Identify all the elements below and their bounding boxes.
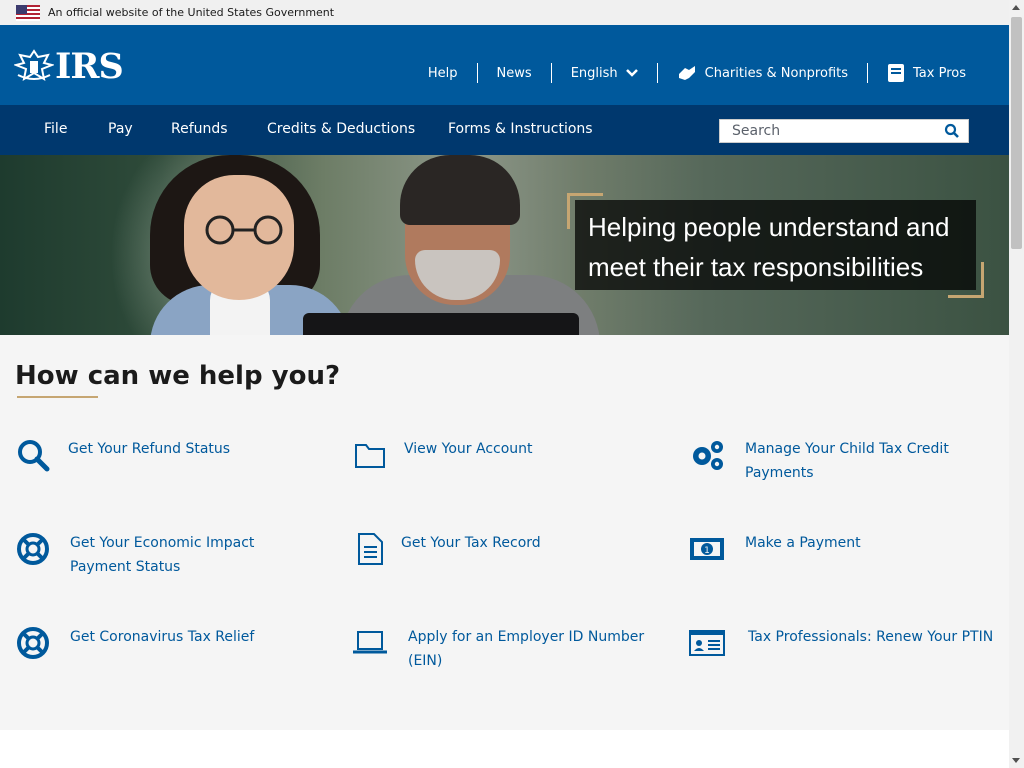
tile-make-payment[interactable]: 1 Make a Payment [689, 531, 975, 567]
tile-view-account[interactable]: View Your Account [352, 437, 644, 473]
gov-banner-text: An official website of the United States… [48, 6, 335, 19]
tile-economic-impact-payment[interactable]: Get Your Economic Impact Payment Status [15, 531, 320, 579]
news-link[interactable]: News [497, 66, 532, 81]
tile-label: Manage Your Child Tax Credit Payments [745, 441, 949, 481]
money-icon: 1 [689, 531, 725, 567]
help-link[interactable]: Help [428, 66, 458, 81]
language-dropdown[interactable]: English [571, 66, 638, 81]
nav-credits-deductions[interactable]: Credits & Deductions [267, 121, 415, 137]
help-title: How can we help you? [15, 361, 341, 391]
tile-label: Get Your Refund Status [68, 441, 231, 457]
logo-text: IRS [55, 46, 124, 87]
gov-banner: An official website of the United States… [0, 0, 1009, 25]
next-section [0, 730, 1009, 768]
scroll-up-arrow-icon[interactable] [1012, 5, 1020, 10]
tile-label: Get Your Tax Record [401, 535, 541, 551]
laptop-icon [352, 625, 388, 661]
hero-banner: Helping people understand and meet their… [0, 155, 1009, 335]
language-label: English [570, 65, 618, 81]
nav-pay[interactable]: Pay [108, 121, 133, 137]
header-nav: Help News English Charities & Nonprofits… [428, 61, 966, 85]
help-link-label: Help [427, 65, 458, 81]
title-underline [17, 396, 98, 398]
lifebuoy-icon [15, 531, 51, 567]
glasses-graphic [205, 215, 283, 245]
search-input[interactable] [720, 120, 930, 142]
scroll-thumb[interactable] [1011, 17, 1022, 249]
lifebuoy-icon [15, 625, 51, 661]
charities-label: Charities & Nonprofits [704, 65, 849, 81]
nav-file[interactable]: File [44, 121, 67, 137]
nav-refunds[interactable]: Refunds [171, 121, 228, 137]
svg-text:1: 1 [704, 546, 710, 556]
tile-coronavirus-relief[interactable]: Get Coronavirus Tax Relief [15, 625, 320, 661]
chevron-down-icon [625, 69, 638, 77]
help-section: How can we help you? Get Your Refund Sta… [0, 335, 1009, 730]
hero-text-line2: meet their tax responsibilities [588, 252, 924, 282]
eagle-icon [14, 49, 54, 82]
hero-photo-laptop [303, 313, 579, 335]
news-link-label: News [496, 65, 532, 81]
tile-tax-record[interactable]: Get Your Tax Record [352, 531, 641, 567]
divider [867, 63, 869, 83]
tax-pros-label: Tax Pros [913, 65, 966, 81]
search-icon [15, 437, 51, 473]
irs-logo[interactable]: IRS [14, 46, 124, 87]
charities-link[interactable]: Charities & Nonprofits [677, 64, 848, 82]
hero-text-line1: Helping people understand and [588, 212, 950, 242]
tax-pros-link[interactable]: Tax Pros [887, 63, 966, 83]
id-card-icon [689, 625, 725, 661]
hero-caption: Helping people understand and meet their… [575, 200, 976, 290]
scroll-down-arrow-icon[interactable] [1012, 758, 1020, 763]
divider [550, 63, 552, 83]
gears-icon [689, 437, 725, 473]
search-icon[interactable] [944, 123, 960, 139]
book-icon [888, 64, 905, 82]
us-flag-icon [16, 4, 40, 21]
page-scrollbar[interactable] [1009, 0, 1024, 768]
nav-forms-instructions[interactable]: Forms & Instructions [448, 121, 593, 137]
tile-employer-id[interactable]: Apply for an Employer ID Number (EIN) [352, 625, 648, 673]
divider [476, 63, 478, 83]
tile-renew-ptin[interactable]: Tax Professionals: Renew Your PTIN [689, 625, 998, 661]
hero-corner-decoration [948, 262, 984, 298]
tile-label: Get Coronavirus Tax Relief [70, 629, 255, 645]
tile-label: Tax Professionals: Renew Your PTIN [748, 629, 994, 645]
divider [656, 63, 658, 83]
handshake-icon [678, 66, 695, 80]
tile-label: Apply for an Employer ID Number (EIN) [408, 629, 645, 669]
tile-refund-status[interactable]: Get Your Refund Status [15, 437, 308, 473]
tile-child-tax-credit[interactable]: Manage Your Child Tax Credit Payments [689, 437, 975, 485]
search-box [719, 119, 969, 143]
tile-label: Make a Payment [745, 535, 861, 551]
site-header: IRS Help News English Charities & Nonpro… [0, 25, 1009, 105]
tile-label: View Your Account [404, 441, 533, 457]
hero-photo-hair [400, 155, 520, 225]
tile-label: Get Your Economic Impact Payment Status [70, 535, 255, 575]
folder-icon [352, 437, 388, 473]
document-icon [352, 531, 388, 567]
